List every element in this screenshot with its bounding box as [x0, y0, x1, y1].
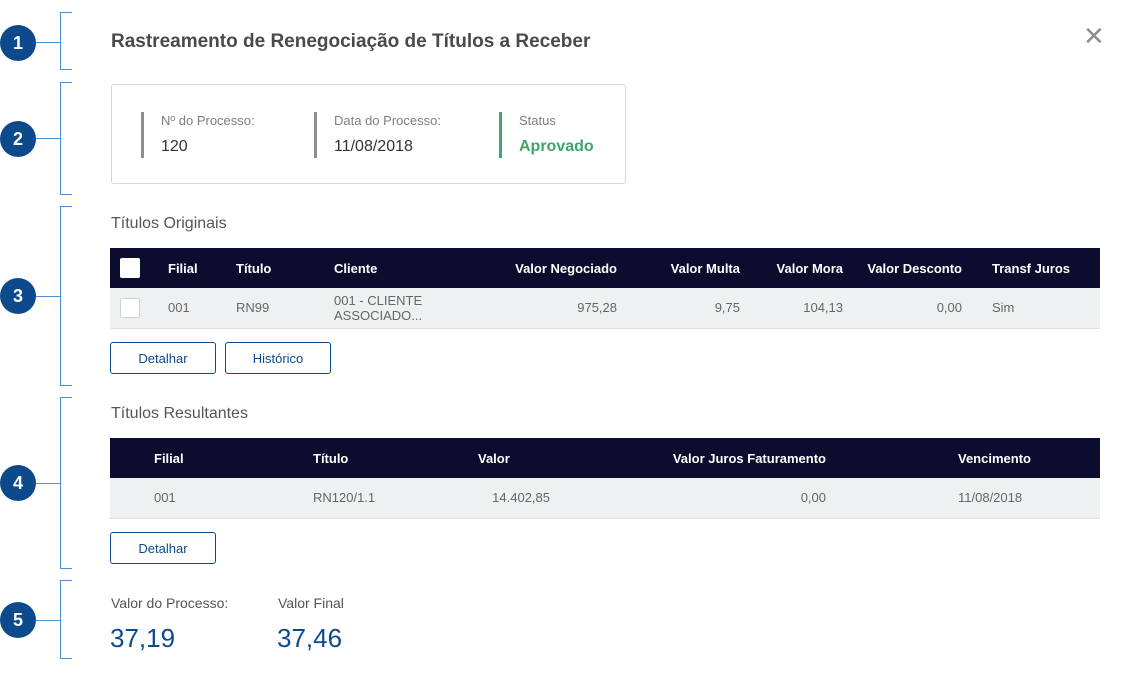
table-row[interactable]: 001 RN120/1.1 14.402,85 0,00 11/08/2018	[110, 478, 1100, 518]
valor-final-label: Valor Final	[278, 595, 344, 611]
select-all-checkbox[interactable]	[120, 258, 140, 278]
cell-transf-juros: Sim	[992, 300, 1015, 316]
resultantes-section-title: Títulos Resultantes	[111, 405, 248, 422]
originais-section-title: Títulos Originais	[111, 215, 227, 232]
annotation-badge-1: 1	[0, 25, 36, 61]
cell-filial: 001	[168, 300, 190, 316]
col-header-filial: Filial	[168, 260, 198, 276]
annotation-badge-5: 5	[0, 602, 36, 638]
cell-titulo: RN120/1.1	[313, 490, 376, 506]
cell-vencimento: 11/08/2018	[958, 490, 1023, 506]
resultantes-header-row: Filial Título Valor Valor Juros Faturame…	[110, 438, 1100, 478]
valor-processo-label: Valor do Processo:	[111, 595, 229, 611]
resultantes-table: Filial Título Valor Valor Juros Faturame…	[110, 438, 1100, 519]
annotation-badge-2: 2	[0, 121, 36, 157]
process-status-label: Status	[519, 113, 556, 128]
annotation-tick-1	[36, 42, 60, 43]
process-status: Status Aprovado	[499, 112, 594, 158]
cell-valor: 14.402,85	[492, 490, 550, 506]
annotation-bracket-5	[60, 580, 72, 659]
annotation-tick-5	[36, 620, 60, 621]
process-number-label: Nº do Processo:	[161, 113, 255, 128]
annotation-badge-4: 4	[0, 465, 36, 501]
page-title: Rastreamento de Renegociação de Títulos …	[111, 31, 591, 52]
cell-valor-juros: 0,00	[800, 490, 826, 506]
col-header-cliente: Cliente	[334, 260, 378, 276]
col-header-valor-desconto: Valor Desconto	[867, 260, 962, 276]
process-date-value: 11/08/2018	[334, 138, 413, 155]
row-checkbox[interactable]	[120, 297, 140, 318]
process-number: Nº do Processo: 120	[141, 112, 255, 158]
close-icon[interactable]: ✕	[1083, 23, 1105, 49]
cell-valor-negociado: 975,28	[577, 300, 617, 316]
cell-cliente: 001 - CLIENTE ASSOCIADO...	[334, 292, 423, 323]
annotation-bracket-4	[60, 397, 72, 569]
cell-titulo: RN99	[236, 300, 270, 316]
col-header-titulo: Título	[313, 450, 349, 466]
table-row[interactable]: 001 RN99 001 - CLIENTE ASSOCIADO... 975,…	[110, 288, 1100, 328]
cell-valor-multa: 9,75	[714, 300, 740, 316]
detalhar-originais-button[interactable]: Detalhar	[110, 342, 216, 374]
col-header-titulo: Título	[236, 260, 272, 276]
valor-final-value: 37,46	[277, 623, 343, 653]
annotation-tick-2	[36, 138, 60, 139]
cell-valor-desconto: 0,00	[936, 300, 962, 316]
originais-header-row: Filial Título Cliente Valor Negociado Va…	[110, 248, 1100, 288]
cell-valor-mora: 104,13	[803, 300, 843, 316]
annotation-bracket-1	[60, 12, 72, 70]
annotation-tick-4	[36, 483, 60, 484]
process-number-value: 120	[161, 138, 188, 155]
status-badge: Aprovado	[519, 138, 594, 155]
process-date: Data do Processo: 11/08/2018	[314, 112, 441, 158]
col-header-valor-multa: Valor Multa	[670, 260, 740, 276]
col-header-vencimento: Vencimento	[958, 450, 1031, 466]
process-date-label: Data do Processo:	[334, 113, 441, 128]
historico-button[interactable]: Histórico	[225, 342, 331, 374]
originais-table: Filial Título Cliente Valor Negociado Va…	[110, 248, 1100, 329]
valor-processo-value: 37,19	[110, 623, 176, 653]
detalhar-resultantes-button[interactable]: Detalhar	[110, 532, 216, 564]
cell-filial: 001	[154, 490, 176, 506]
annotation-bracket-3	[60, 206, 72, 386]
col-header-transf-juros: Transf Juros	[992, 260, 1071, 276]
col-header-valor-juros: Valor Juros Faturamento	[672, 450, 826, 466]
col-header-valor: Valor	[478, 450, 510, 466]
annotation-bracket-2	[60, 82, 72, 195]
process-info-card: Nº do Processo: 120 Data do Processo: 11…	[111, 84, 626, 184]
annotation-tick-3	[36, 296, 60, 297]
col-header-valor-negociado: Valor Negociado	[515, 260, 617, 276]
annotation-badge-3: 3	[0, 278, 36, 314]
col-header-filial: Filial	[154, 450, 184, 466]
col-header-valor-mora: Valor Mora	[776, 260, 843, 276]
